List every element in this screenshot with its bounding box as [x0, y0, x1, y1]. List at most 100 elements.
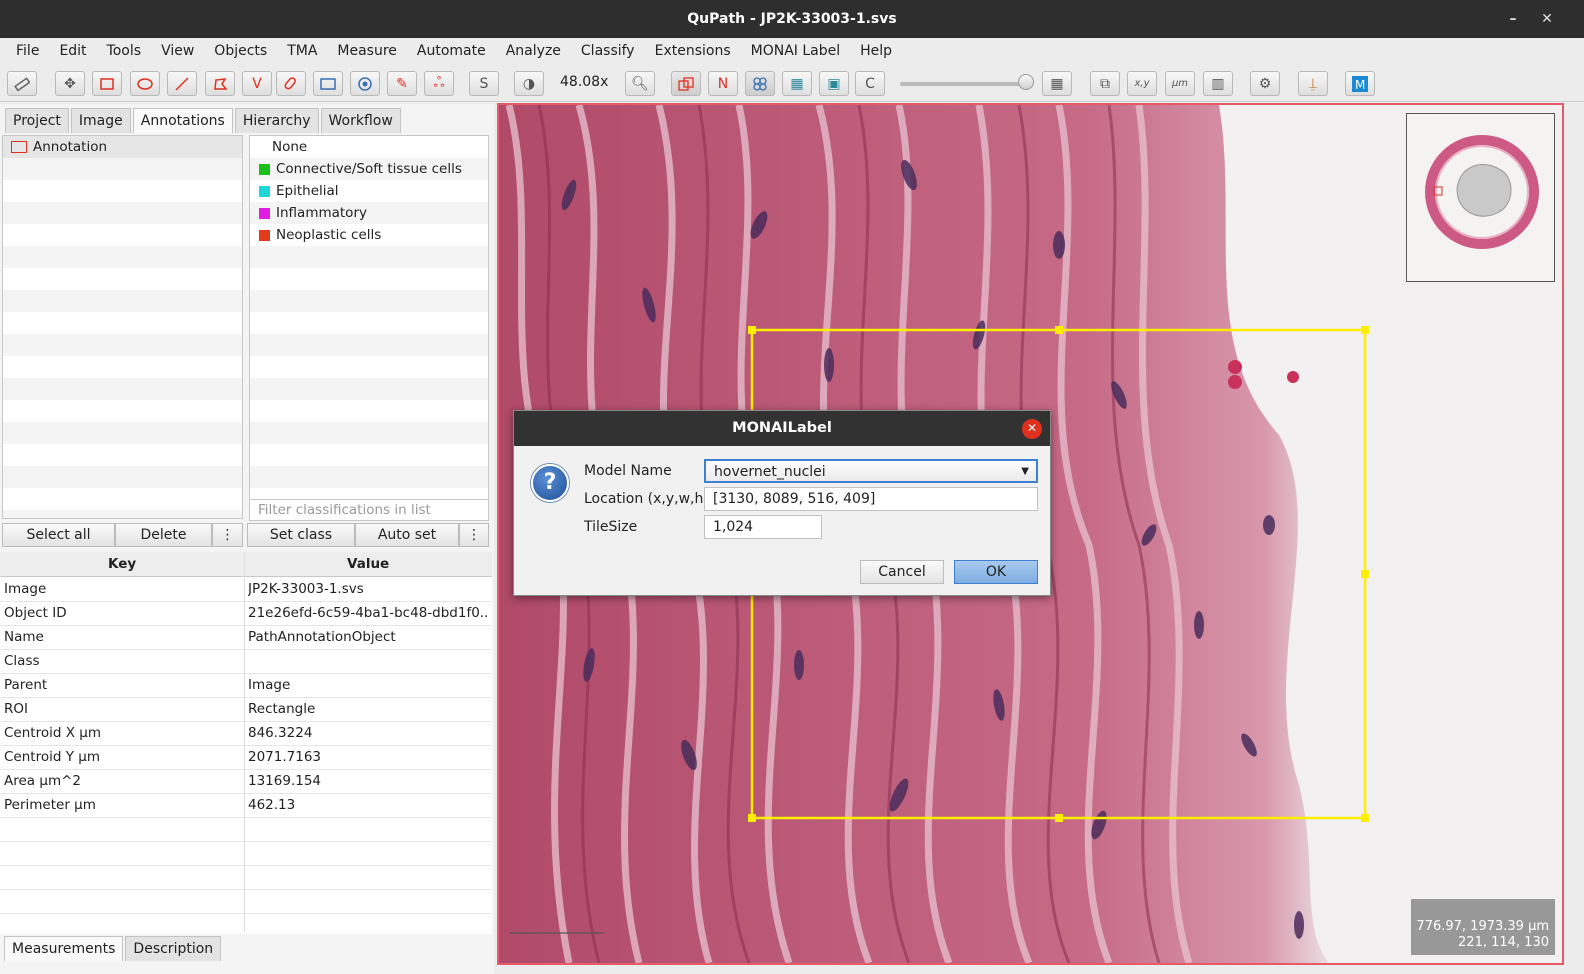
model-name-select[interactable]: hovernet_nuclei ▼ — [704, 459, 1038, 483]
right-edge — [1566, 103, 1584, 974]
annotation-list[interactable]: Annotation — [2, 135, 243, 519]
table-row[interactable]: Area µm^2 13169.154 — [0, 770, 492, 794]
show-annotations-icon[interactable] — [671, 71, 701, 96]
tab-description[interactable]: Description — [125, 936, 222, 961]
table-row[interactable]: Class — [0, 650, 492, 674]
menu-view[interactable]: View — [151, 43, 204, 59]
wand-tool-icon[interactable]: ✎ — [387, 71, 417, 96]
menu-edit[interactable]: Edit — [49, 43, 96, 59]
value-header: Value — [347, 556, 390, 572]
annotation-more-button[interactable]: ⋮ — [212, 523, 243, 547]
menu-measure[interactable]: Measure — [327, 43, 407, 59]
tab-measurements[interactable]: Measurements — [4, 936, 124, 961]
grid-icon[interactable]: ▦ — [1042, 71, 1072, 96]
location-input[interactable]: [3130, 8089, 516, 409] — [704, 487, 1038, 511]
tab-hierarchy[interactable]: Hierarchy — [234, 108, 319, 133]
zoom-to-fit-icon[interactable]: 🔍︎ — [625, 71, 655, 96]
annotation-swatch — [11, 141, 27, 153]
menu-help[interactable]: Help — [850, 43, 902, 59]
question-icon: ? — [531, 464, 569, 502]
column-divider — [244, 552, 245, 932]
list-item[interactable]: Annotation — [3, 136, 242, 158]
brush-tool-icon[interactable] — [276, 71, 306, 96]
menu-file[interactable]: File — [6, 43, 49, 59]
brightness-contrast-icon[interactable]: ◑ — [514, 71, 544, 96]
dialog-close-icon[interactable]: ✕ — [1022, 419, 1042, 439]
select-all-button[interactable]: Select all — [2, 523, 115, 547]
set-class-button[interactable]: Set class — [247, 523, 355, 547]
class-swatch — [259, 207, 270, 219]
wand-rect-tool-icon[interactable] — [313, 71, 343, 96]
key-header: Key — [108, 556, 137, 572]
table-row[interactable]: Parent Image — [0, 674, 492, 698]
cancel-button[interactable]: Cancel — [860, 560, 944, 584]
connections-icon[interactable]: C — [855, 71, 885, 96]
polyline-tool-icon[interactable]: V — [242, 71, 272, 96]
class-item-inflammatory[interactable]: Inflammatory — [250, 202, 488, 224]
classification-list[interactable]: None Connective/Soft tissue cells Epithe… — [249, 135, 489, 500]
tab-workflow[interactable]: Workflow — [320, 108, 401, 133]
table-row[interactable]: Image JP2K-33003-1.svs — [0, 578, 492, 602]
fill-detections-icon[interactable]: ▣ — [819, 71, 849, 96]
menu-analyze[interactable]: Analyze — [496, 43, 571, 59]
class-item-neoplastic[interactable]: Neoplastic cells — [250, 224, 488, 246]
detections-icon[interactable]: ▦ — [782, 71, 812, 96]
ellipse-tool-icon[interactable] — [130, 71, 160, 96]
menu-objects[interactable]: Objects — [204, 43, 277, 59]
close-window-button[interactable]: ✕ — [1536, 8, 1558, 30]
preferences-icon[interactable]: ⚙ — [1250, 71, 1280, 96]
line-tool-icon[interactable] — [167, 71, 197, 96]
points-tool-icon[interactable] — [350, 71, 380, 96]
class-item-none[interactable]: None — [250, 136, 488, 158]
class-item-epithelial[interactable]: Epithelial — [250, 180, 488, 202]
monai-icon[interactable]: M — [1345, 71, 1375, 96]
polygon-tool-icon[interactable] — [205, 71, 235, 96]
counting-grid-icon[interactable]: ▥ — [1203, 71, 1233, 96]
opacity-slider-knob[interactable] — [1018, 74, 1034, 90]
menu-extensions[interactable]: Extensions — [645, 43, 741, 59]
tab-annotations[interactable]: Annotations — [132, 108, 233, 133]
menu-automate[interactable]: Automate — [407, 43, 496, 59]
class-swatch — [259, 229, 270, 241]
log-icon[interactable]: ⍊ — [1298, 71, 1328, 96]
table-row[interactable]: Perimeter µm 462.13 — [0, 794, 492, 818]
measure-tool-icon[interactable] — [7, 71, 37, 96]
overview-thumbnail[interactable] — [1406, 113, 1555, 282]
move-tool-icon[interactable]: ✥ — [55, 71, 85, 96]
opacity-slider[interactable] — [900, 82, 1030, 86]
menu-classify[interactable]: Classify — [571, 43, 645, 59]
scalebar-icon[interactable]: μm — [1165, 71, 1195, 96]
menu-tools[interactable]: Tools — [97, 43, 152, 59]
menu-tma[interactable]: TMA — [277, 43, 327, 59]
table-row[interactable]: Object ID 21e26efd-6c59-4ba1-bc48-dbd1f0.… — [0, 602, 492, 626]
ok-button[interactable]: OK — [954, 560, 1038, 584]
class-more-button[interactable]: ⋮ — [459, 523, 489, 547]
measurement-table: Key Value Image JP2K-33003-1.svs Object I… — [0, 552, 492, 934]
table-row[interactable]: Name PathAnnotationObject — [0, 626, 492, 650]
class-filter-input[interactable]: Filter classifications in list — [249, 499, 489, 521]
class-swatch — [259, 163, 270, 175]
auto-set-button[interactable]: Auto set — [355, 523, 459, 547]
class-item-connective[interactable]: Connective/Soft tissue cells — [250, 158, 488, 180]
table-row[interactable]: Centroid X µm 846.3224 — [0, 722, 492, 746]
annotation-names-icon[interactable]: N — [708, 71, 738, 96]
minimize-button[interactable]: – — [1502, 8, 1524, 30]
tma-grid-icon[interactable] — [745, 71, 775, 96]
selection-toggle-icon[interactable]: S — [469, 71, 499, 96]
delete-button[interactable]: Delete — [115, 523, 212, 547]
table-row — [0, 866, 492, 890]
tab-project[interactable]: Project — [5, 108, 69, 133]
table-row[interactable]: Centroid Y µm 2071.7163 — [0, 746, 492, 770]
menu-monai-label[interactable]: MONAI Label — [741, 43, 851, 59]
tab-image[interactable]: Image — [70, 108, 131, 133]
rectangle-tool-icon[interactable] — [92, 71, 122, 96]
overview-icon[interactable]: ⧉ — [1090, 71, 1120, 96]
chevron-down-icon: ▼ — [1021, 466, 1029, 477]
cursor-coordinates: 776.97, 1973.39 µm 221, 114, 130 — [1411, 899, 1555, 955]
location-label: Location (x,y,w,h) — [584, 491, 709, 507]
tilesize-input[interactable]: 1,024 — [704, 515, 822, 539]
table-row[interactable]: ROI Rectangle — [0, 698, 492, 722]
table-row — [0, 890, 492, 914]
location-icon[interactable]: x,y — [1127, 71, 1157, 96]
selection-mode-icon[interactable]: ஃ — [424, 71, 454, 96]
